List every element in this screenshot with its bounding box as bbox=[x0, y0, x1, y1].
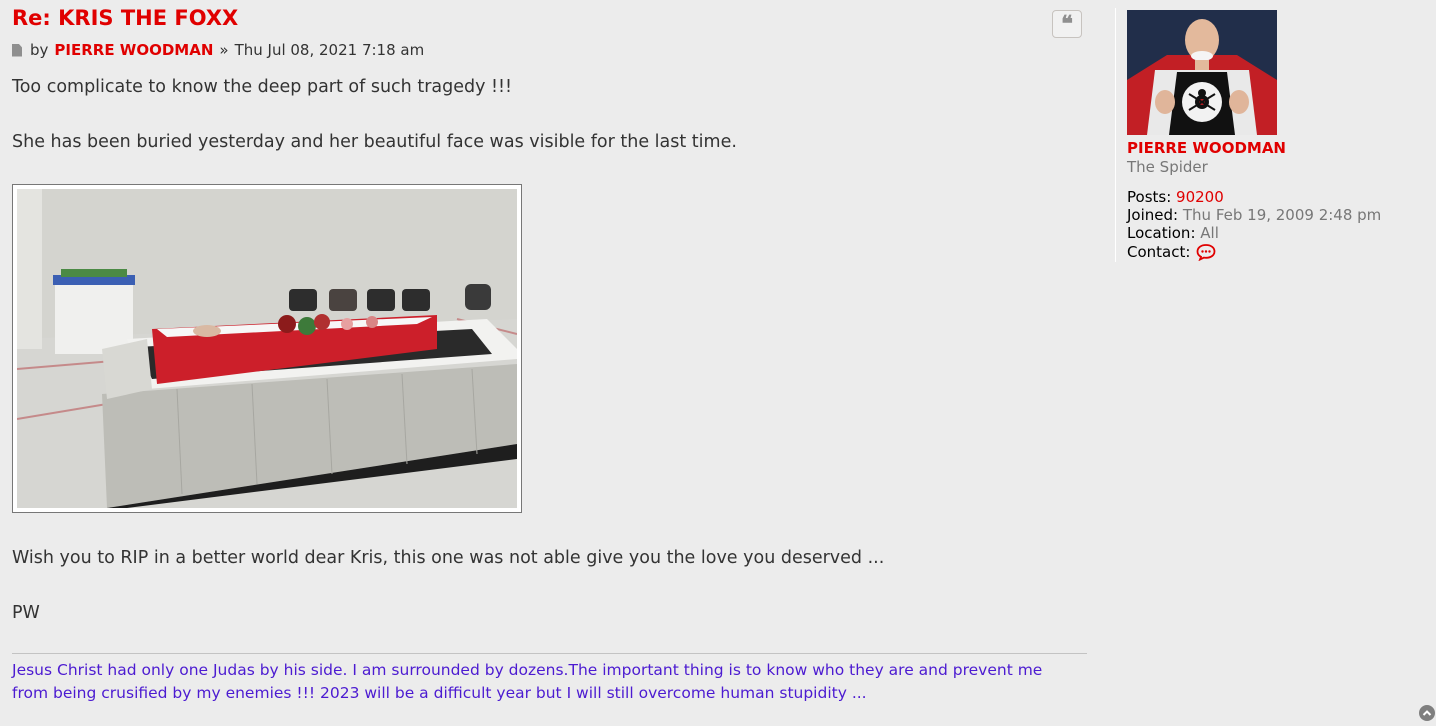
post-profile: PIERRE WOODMAN The Spider Posts: 90200 J… bbox=[1115, 8, 1416, 262]
post-text-line-3: Wish you to RIP in a better world dear K… bbox=[12, 548, 885, 568]
post-datetime: Thu Jul 08, 2021 7:18 am bbox=[234, 41, 425, 59]
posts-label: Posts: bbox=[1127, 188, 1172, 206]
post-author-link[interactable]: PIERRE WOODMAN bbox=[54, 41, 213, 59]
quote-icon: ❝ bbox=[1061, 11, 1073, 37]
post-text-line-1: Too complicate to know the deep part of … bbox=[12, 77, 513, 97]
profile-location: Location: All bbox=[1127, 224, 1219, 242]
post-title-link[interactable]: Re: KRIS THE FOXX bbox=[12, 6, 238, 30]
by-label: by bbox=[30, 41, 49, 59]
location-value: All bbox=[1200, 224, 1219, 242]
joined-label: Joined: bbox=[1127, 206, 1179, 224]
meta-separator: » bbox=[219, 41, 229, 59]
joined-value: Thu Feb 19, 2009 2:48 pm bbox=[1182, 206, 1382, 224]
funeral-photo bbox=[17, 189, 517, 508]
post-text-line-2: She has been buried yesterday and her be… bbox=[12, 132, 737, 152]
back-to-top-button[interactable] bbox=[1419, 705, 1435, 721]
post-text-line-4: PW bbox=[12, 603, 40, 623]
signature: Jesus Christ had only one Judas by his s… bbox=[12, 661, 1043, 702]
quote-button[interactable]: ❝ bbox=[1052, 10, 1082, 38]
chevron-up-icon bbox=[1422, 710, 1432, 716]
contact-label: Contact: bbox=[1127, 243, 1191, 261]
profile-rank: The Spider bbox=[1127, 158, 1208, 176]
profile-contact: Contact: bbox=[1127, 243, 1216, 261]
profile-joined: Joined: Thu Feb 19, 2009 2:48 pm bbox=[1127, 206, 1381, 224]
posts-count-link[interactable]: 90200 bbox=[1176, 188, 1224, 206]
avatar-image bbox=[1127, 10, 1277, 135]
profile-username[interactable]: PIERRE WOODMAN bbox=[1127, 139, 1286, 157]
location-label: Location: bbox=[1127, 224, 1196, 242]
signature-divider bbox=[12, 653, 1087, 654]
chat-bubble-icon[interactable] bbox=[1196, 243, 1216, 261]
avatar[interactable] bbox=[1127, 10, 1277, 135]
post-meta: by PIERRE WOODMAN » Thu Jul 08, 2021 7:1… bbox=[12, 41, 424, 59]
profile-posts: Posts: 90200 bbox=[1127, 188, 1224, 206]
post-title[interactable]: Re: KRIS THE FOXX bbox=[12, 6, 238, 30]
post-icon[interactable] bbox=[12, 43, 22, 57]
post-image[interactable] bbox=[12, 184, 522, 513]
post: Re: KRIS THE FOXX by PIERRE WOODMAN » Th… bbox=[0, 0, 1100, 726]
